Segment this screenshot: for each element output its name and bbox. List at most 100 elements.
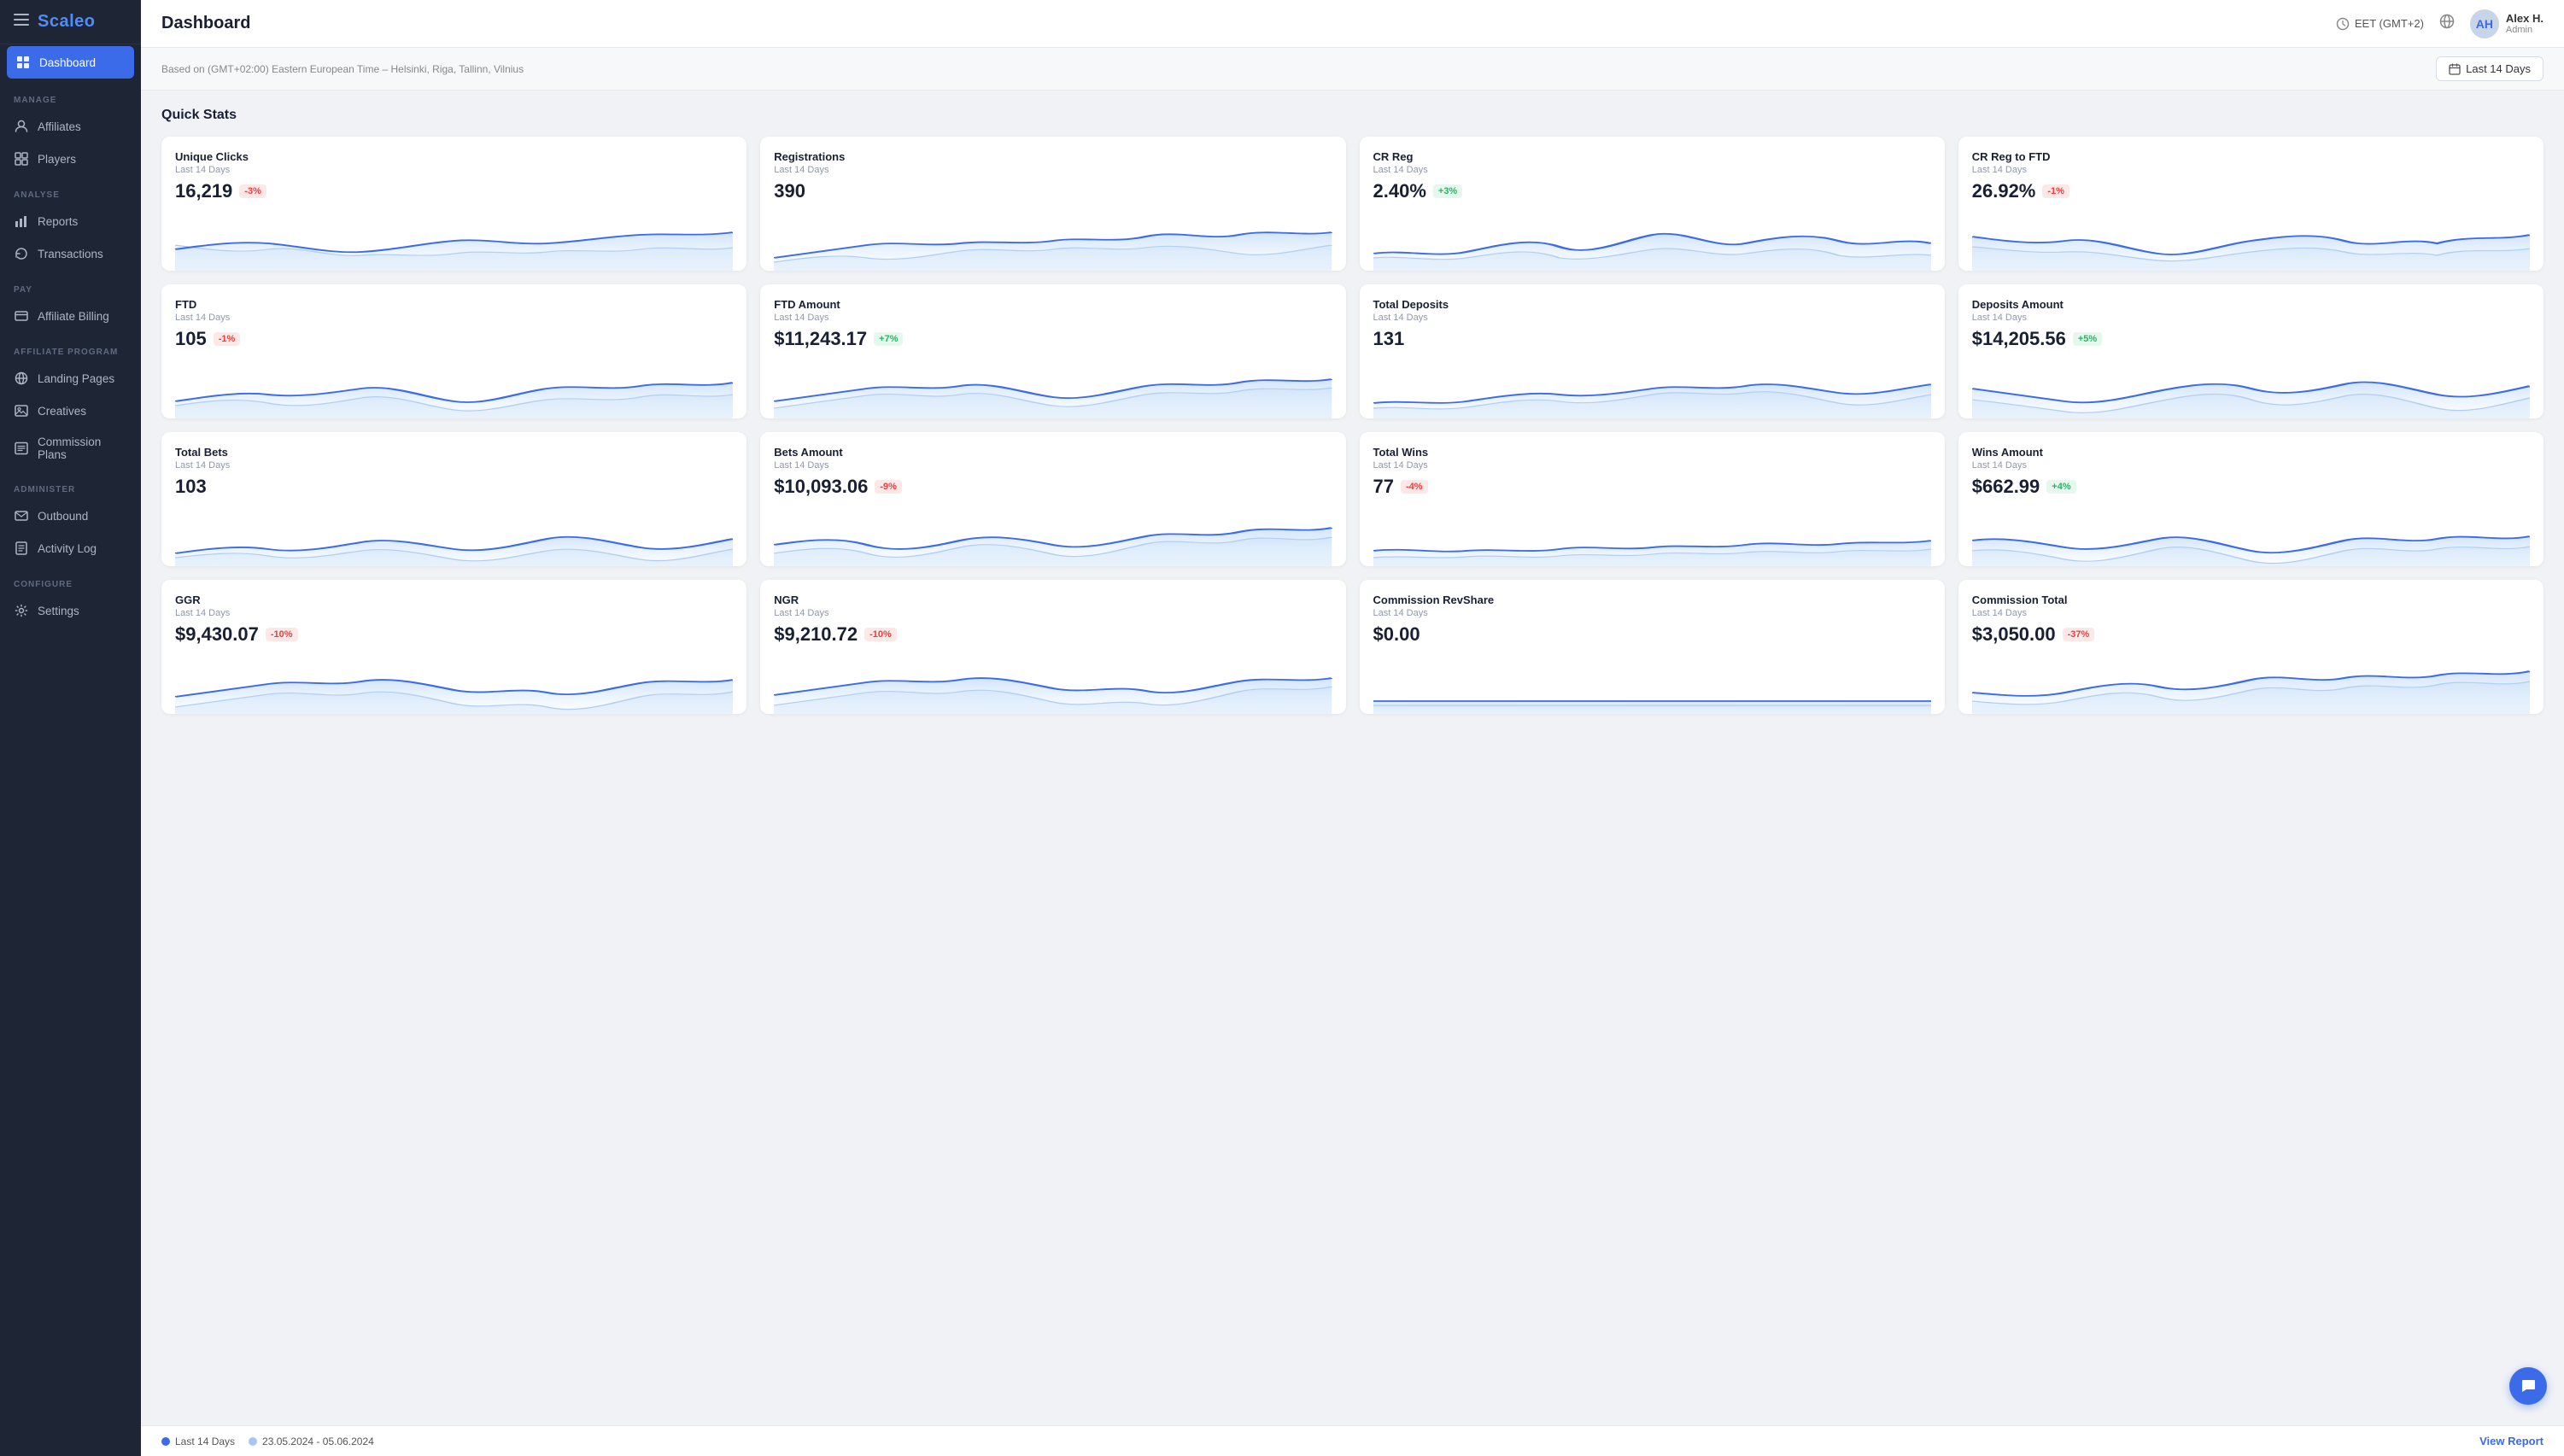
sidebar-section-analyse: ANALYSE: [0, 175, 141, 205]
stat-card-ggr: GGR Last 14 Days $9,430.07 -10%: [161, 580, 746, 714]
sidebar-label-creatives: Creatives: [38, 405, 86, 418]
chart-ftd-amount: [774, 359, 1332, 418]
stat-badge-cr-reg-ftd: -1%: [2042, 184, 2069, 198]
stat-card-wins-amount: Wins Amount Last 14 Days $662.99 +4%: [1958, 432, 2544, 566]
gear-icon: [14, 603, 29, 618]
stat-value-cr-reg-ftd: 26.92%: [1972, 180, 2036, 202]
sidebar-item-players[interactable]: Players: [0, 143, 141, 175]
chart-commission-revshare: [1373, 654, 1931, 714]
chart-bets-amount: [774, 506, 1332, 566]
stat-value-commission-revshare: $0.00: [1373, 623, 1420, 646]
stat-value-ggr: $9,430.07: [175, 623, 259, 646]
stat-card-ftd: FTD Last 14 Days 105 -1%: [161, 284, 746, 418]
stat-period-cr-reg: Last 14 Days: [1373, 165, 1931, 175]
stat-card-commission-revshare: Commission RevShare Last 14 Days $0.00: [1360, 580, 1945, 714]
stat-badge-unique-clicks: -3%: [239, 184, 266, 198]
grid-icon: [14, 151, 29, 167]
stat-value-unique-clicks: 16,219: [175, 180, 232, 202]
list-icon: [14, 441, 29, 456]
sidebar-item-creatives[interactable]: Creatives: [0, 395, 141, 427]
sidebar-item-affiliate-billing[interactable]: Affiliate Billing: [0, 300, 141, 332]
stat-card-commission-total: Commission Total Last 14 Days $3,050.00 …: [1958, 580, 2544, 714]
stat-value-total-bets: 103: [175, 476, 207, 498]
stats-grid: Unique Clicks Last 14 Days 16,219 -3%: [161, 137, 2544, 714]
sidebar-section-manage: MANAGE: [0, 80, 141, 110]
stat-name-ngr: NGR: [774, 594, 1332, 606]
stat-period-ngr: Last 14 Days: [774, 608, 1332, 618]
stat-value-deposits-amount: $14,205.56: [1972, 328, 2066, 350]
hamburger-icon[interactable]: [14, 14, 29, 30]
stat-period-ggr: Last 14 Days: [175, 608, 733, 618]
stat-badge-cr-reg: +3%: [1433, 184, 1462, 198]
legend-label-current: Last 14 Days: [175, 1436, 235, 1447]
stat-period-commission-revshare: Last 14 Days: [1373, 608, 1931, 618]
stat-value-row-cr-reg-ftd: 26.92% -1%: [1972, 180, 2530, 202]
stat-name-wins-amount: Wins Amount: [1972, 446, 2530, 459]
app-logo: Scaleo: [38, 12, 95, 32]
sidebar-item-dashboard[interactable]: Dashboard: [7, 46, 134, 79]
stat-period-deposits-amount: Last 14 Days: [1972, 313, 2530, 323]
chart-ftd: [175, 359, 733, 418]
sidebar-item-transactions[interactable]: Transactions: [0, 237, 141, 270]
sidebar-label-affiliate-billing: Affiliate Billing: [38, 310, 109, 323]
globe-topbar-icon[interactable]: [2439, 14, 2455, 33]
sidebar-item-outbound[interactable]: Outbound: [0, 500, 141, 532]
stat-badge-commission-total: -37%: [2063, 628, 2095, 641]
sidebar-item-affiliates[interactable]: Affiliates: [0, 110, 141, 143]
stat-value-row-unique-clicks: 16,219 -3%: [175, 180, 733, 202]
sidebar-item-settings[interactable]: Settings: [0, 594, 141, 627]
stat-card-cr-reg: CR Reg Last 14 Days 2.40% +3%: [1360, 137, 1945, 271]
stat-badge-wins-amount: +4%: [2046, 480, 2075, 494]
avatar: AH: [2470, 9, 2499, 38]
view-report-button[interactable]: View Report: [2479, 1435, 2544, 1447]
stat-card-bets-amount: Bets Amount Last 14 Days $10,093.06 -9%: [760, 432, 1345, 566]
sidebar-item-reports[interactable]: Reports: [0, 205, 141, 237]
credit-card-icon: [14, 308, 29, 324]
clock-icon: [2336, 17, 2350, 31]
stat-value-commission-total: $3,050.00: [1972, 623, 2056, 646]
stat-name-deposits-amount: Deposits Amount: [1972, 298, 2530, 311]
date-range-button[interactable]: Last 14 Days: [2436, 56, 2544, 81]
sidebar-label-commission-plans: Commission Plans: [38, 436, 127, 461]
bar-chart-icon: [14, 213, 29, 229]
stat-value-row-commission-revshare: $0.00: [1373, 623, 1931, 646]
stat-value-row-ngr: $9,210.72 -10%: [774, 623, 1332, 646]
stat-card-unique-clicks: Unique Clicks Last 14 Days 16,219 -3%: [161, 137, 746, 271]
sidebar-label-landing-pages: Landing Pages: [38, 372, 114, 385]
user-icon: [14, 119, 29, 134]
timezone-display: EET (GMT+2): [2336, 17, 2424, 31]
footer: Last 14 Days 23.05.2024 - 05.06.2024 Vie…: [141, 1425, 2564, 1456]
chart-ngr: [774, 654, 1332, 714]
sidebar-label-affiliates: Affiliates: [38, 120, 81, 133]
chart-ggr: [175, 654, 733, 714]
page-title: Dashboard: [161, 14, 250, 33]
sidebar-section-pay: PAY: [0, 270, 141, 300]
stat-badge-ggr: -10%: [266, 628, 298, 641]
sidebar-section-affiliate-program: AFFILIATE PROGRAM: [0, 332, 141, 362]
content-area: Quick Stats Unique Clicks Last 14 Days 1…: [141, 91, 2564, 1425]
chart-legend: Last 14 Days 23.05.2024 - 05.06.2024: [161, 1436, 374, 1447]
stat-period-unique-clicks: Last 14 Days: [175, 165, 733, 175]
stat-period-bets-amount: Last 14 Days: [774, 460, 1332, 471]
user-menu[interactable]: AH Alex H. Admin: [2470, 9, 2544, 38]
chat-button[interactable]: [2509, 1367, 2547, 1405]
sidebar-section-administer: ADMINISTER: [0, 470, 141, 500]
sidebar-label-transactions: Transactions: [38, 248, 103, 260]
sidebar-item-landing-pages[interactable]: Landing Pages: [0, 362, 141, 395]
stat-period-total-deposits: Last 14 Days: [1373, 313, 1931, 323]
sidebar-item-commission-plans[interactable]: Commission Plans: [0, 427, 141, 470]
stat-value-cr-reg: 2.40%: [1373, 180, 1426, 202]
sidebar-label-outbound: Outbound: [38, 510, 88, 523]
sidebar-label-settings: Settings: [38, 605, 79, 617]
stat-name-ggr: GGR: [175, 594, 733, 606]
mail-icon: [14, 508, 29, 523]
stat-value-row-commission-total: $3,050.00 -37%: [1972, 623, 2530, 646]
globe-icon: [14, 371, 29, 386]
legend-dot-prev: [249, 1437, 257, 1446]
stat-card-total-wins: Total Wins Last 14 Days 77 -4%: [1360, 432, 1945, 566]
sidebar-item-activity-log[interactable]: Activity Log: [0, 532, 141, 564]
stat-badge-bets-amount: -9%: [875, 480, 902, 494]
stat-badge-total-wins: -4%: [1401, 480, 1428, 494]
chart-wins-amount: [1972, 506, 2530, 566]
stat-badge-ngr: -10%: [864, 628, 897, 641]
